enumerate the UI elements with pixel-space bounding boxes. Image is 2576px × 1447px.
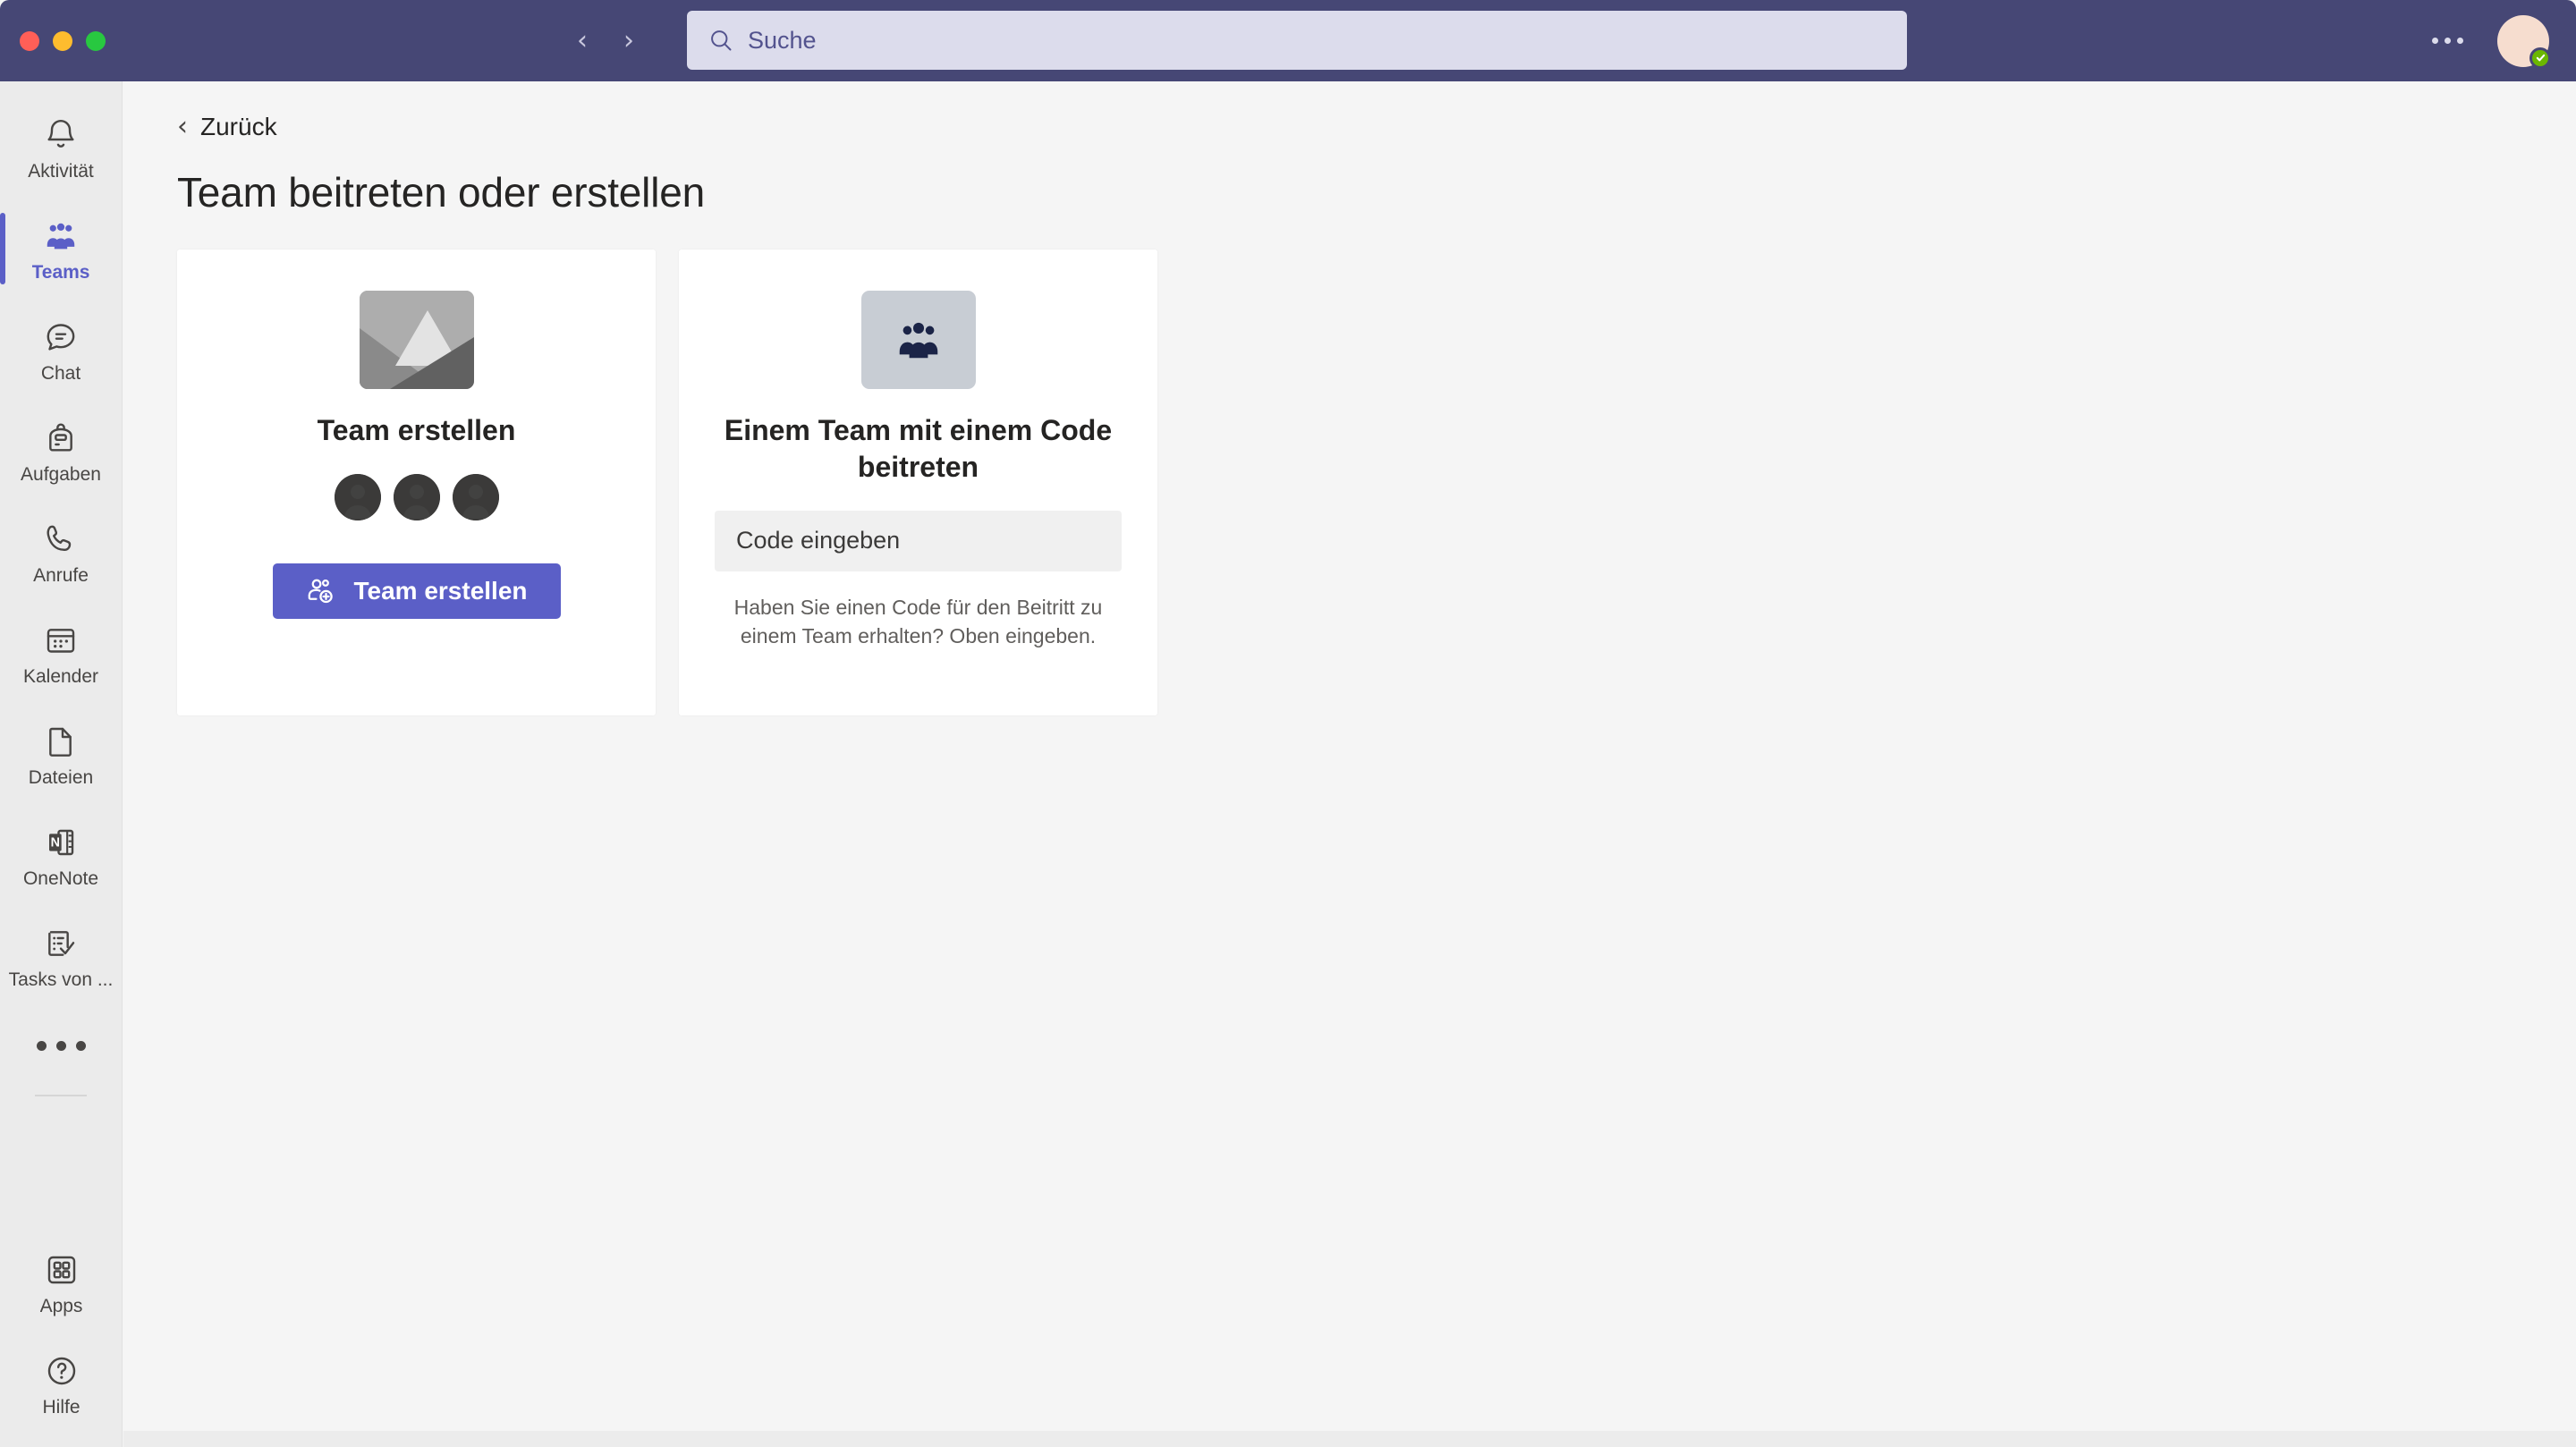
search-icon: [708, 28, 733, 53]
sidebar-divider: [35, 1095, 87, 1096]
people-icon: [42, 215, 80, 258]
sidebar-item-chat[interactable]: Chat: [0, 300, 123, 401]
sidebar-item-onenote[interactable]: N OneNote: [0, 805, 123, 906]
chevron-left-icon[interactable]: ‹: [569, 27, 596, 55]
navigation-arrows: ‹ ›: [569, 0, 642, 81]
ellipsis-icon[interactable]: [2428, 29, 2467, 53]
window-traffic-lights: [20, 30, 106, 51]
search-placeholder-text: Suche: [748, 26, 817, 54]
sidebar-item-label: Chat: [40, 363, 81, 385]
main-content-area: ‹ Zurück Team beitreten oder erstellen T…: [123, 81, 2576, 1447]
create-team-card[interactable]: Team erstellen Team erstellen: [177, 250, 656, 715]
phone-icon: [43, 518, 79, 561]
sidebar-more-apps-button[interactable]: [0, 1007, 123, 1084]
teams-app-window: ‹ › Suche Aktivität Teams Chat Aufgaben …: [0, 0, 2576, 1447]
header-right-group: [2428, 0, 2551, 81]
sidebar-item-label: Aktivität: [28, 161, 94, 182]
sidebar-item-kalender[interactable]: Kalender: [0, 603, 123, 704]
sidebar-bottom-group: Apps Hilfe: [0, 1232, 123, 1434]
sidebar-item-label: Hilfe: [42, 1397, 80, 1418]
sidebar-item-label: Teams: [31, 262, 90, 283]
sidebar-item-anrufe[interactable]: Anrufe: [0, 502, 123, 603]
onenote-icon: N: [43, 821, 79, 864]
close-window-button[interactable]: [20, 30, 39, 51]
bell-icon: [43, 114, 79, 157]
page-title: Team beitreten oder erstellen: [177, 169, 705, 216]
create-team-button-label: Team erstellen: [353, 576, 528, 605]
chat-icon: [43, 316, 79, 359]
tasks-icon: [43, 922, 79, 965]
ellipsis-icon: [36, 1040, 47, 1051]
sidebar-item-label: Apps: [39, 1296, 83, 1317]
card-title: Team erstellen: [317, 414, 516, 446]
code-input[interactable]: [715, 510, 1122, 571]
sidebar-item-aktivitaet[interactable]: Aktivität: [0, 97, 123, 199]
question-circle-icon: [44, 1350, 80, 1392]
sidebar-item-label: OneNote: [22, 868, 99, 890]
card-grid: Team erstellen Team erstellen Einem Team…: [177, 250, 2576, 715]
people-group-icon: [860, 291, 976, 389]
status-badge: [2529, 47, 2551, 69]
avatar[interactable]: [2497, 14, 2551, 69]
left-navigation-rail: Aktivität Teams Chat Aufgaben Anrufe Kal…: [0, 81, 123, 1447]
card-title: Einem Team mit einem Code beitreten: [724, 414, 1113, 483]
avatar: [334, 473, 381, 520]
backpack-icon: [43, 417, 79, 460]
sidebar-item-apps[interactable]: Apps: [0, 1232, 123, 1333]
sidebar-item-label: Aufgaben: [21, 464, 101, 486]
code-input-hint: Haben Sie einen Code für den Beitritt zu…: [733, 595, 1103, 648]
add-person-icon: [305, 576, 335, 606]
chevron-right-icon[interactable]: ›: [615, 27, 642, 55]
back-button-label: Zurück: [200, 113, 277, 140]
avatar: [393, 473, 440, 520]
sidebar-item-dateien[interactable]: Dateien: [0, 704, 123, 805]
back-button[interactable]: ‹ Zurück: [177, 113, 277, 141]
search-input[interactable]: Suche: [687, 11, 1907, 70]
maximize-window-button[interactable]: [86, 30, 106, 51]
sidebar-item-label: Tasks von ...: [8, 969, 114, 991]
calendar-icon: [43, 619, 79, 662]
avatar: [452, 473, 499, 520]
sidebar-item-aufgaben[interactable]: Aufgaben: [0, 401, 123, 502]
chevron-left-icon: ‹: [177, 111, 188, 142]
create-team-button[interactable]: Team erstellen: [272, 563, 561, 619]
minimize-window-button[interactable]: [53, 30, 72, 51]
bottom-strip: [123, 1431, 2576, 1447]
join-team-with-code-card[interactable]: Einem Team mit einem Code beitreten Habe…: [679, 250, 1157, 715]
member-avatars: [334, 473, 499, 520]
sidebar-item-hilfe[interactable]: Hilfe: [0, 1333, 123, 1434]
grid-apps-icon: [44, 1248, 80, 1291]
ellipsis-icon: [75, 1040, 86, 1051]
svg-text:N: N: [51, 836, 60, 850]
sidebar-item-teams[interactable]: Teams: [0, 199, 123, 300]
title-bar: ‹ › Suche: [0, 0, 2576, 81]
sidebar-item-label: Anrufe: [33, 565, 89, 587]
ellipsis-icon: [55, 1040, 66, 1051]
sidebar-item-label: Kalender: [22, 666, 99, 688]
file-icon: [43, 720, 79, 763]
sidebar-item-label: Dateien: [28, 767, 94, 789]
sidebar-item-tasks-von[interactable]: Tasks von ...: [0, 906, 123, 1007]
image-placeholder-mountain-icon: [359, 291, 474, 389]
